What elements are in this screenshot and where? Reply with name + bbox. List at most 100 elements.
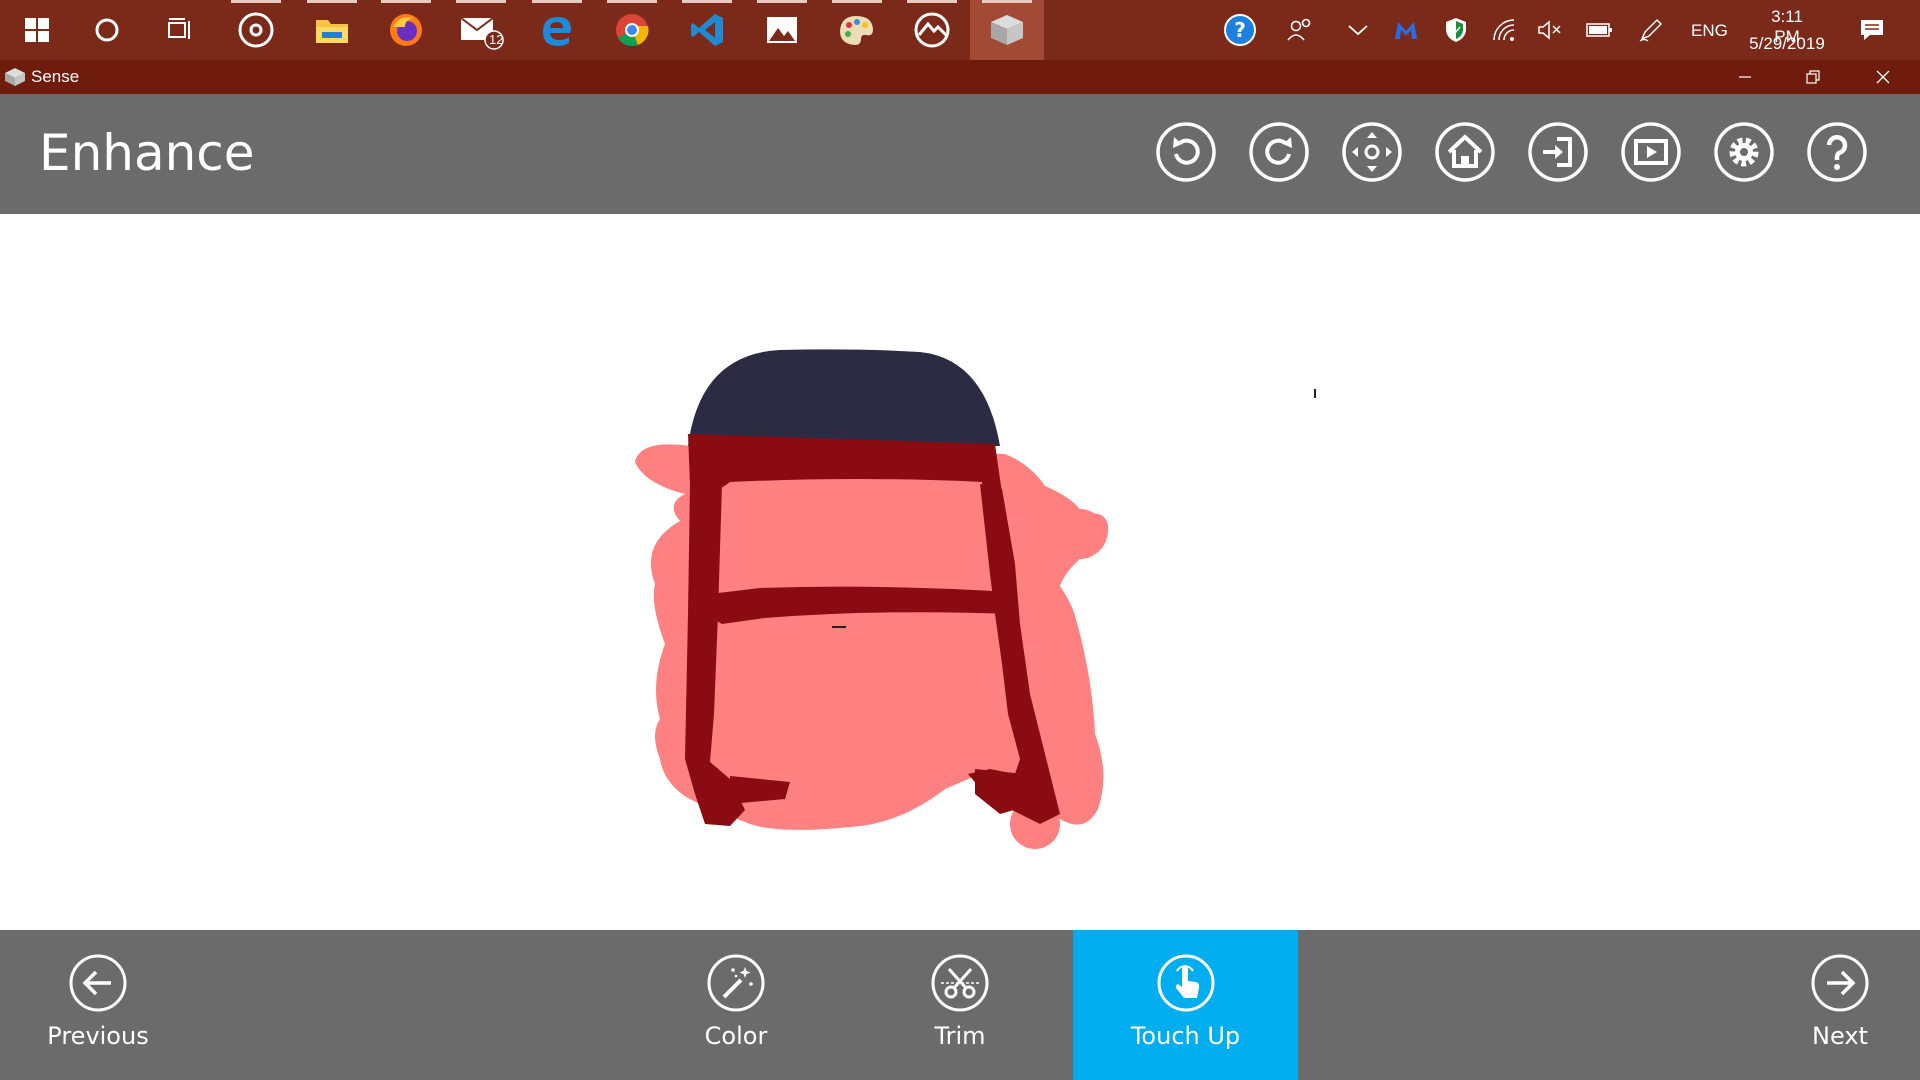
tray-language[interactable]: ENG [1691, 21, 1728, 41]
taskbar-app-file-explorer[interactable] [295, 0, 369, 60]
mountain-circle-icon [914, 12, 950, 48]
cortana-circle-icon [95, 18, 119, 42]
groove-music-icon [238, 12, 274, 48]
sense-app-icon [5, 68, 25, 86]
wifi-icon [1493, 19, 1515, 41]
question-mark-icon [1807, 122, 1867, 182]
minimize-icon [1739, 76, 1751, 78]
tray-help-button[interactable]: ? [1220, 0, 1260, 60]
import-button[interactable] [1527, 121, 1589, 183]
help-button[interactable] [1806, 121, 1868, 183]
taskbar-app-edge[interactable] [520, 0, 594, 60]
workflow-footer: Previous Color Trim Touch Up Next [0, 930, 1920, 1080]
redo-icon [1249, 122, 1309, 182]
windows-taskbar: 12 ? ENG 3:11 PM 5/29/2019 [0, 0, 1920, 60]
window-title: Sense [31, 67, 80, 86]
tray-clock-date[interactable]: 5/29/2019 [1743, 34, 1831, 54]
undo-button[interactable] [1155, 121, 1217, 183]
tray-malwarebytes[interactable] [1390, 0, 1422, 60]
folder-icon [316, 20, 348, 43]
edge-icon [543, 17, 571, 46]
sense-3d-cube-icon [991, 15, 1023, 45]
tray-network[interactable] [1488, 0, 1520, 60]
undo-icon [1156, 122, 1216, 182]
tray-pen-workspace[interactable] [1634, 0, 1668, 60]
chevron-down-icon [1348, 25, 1368, 36]
task-view-button[interactable] [143, 0, 217, 60]
taskbar-app-chrome[interactable] [595, 0, 669, 60]
taskbar-app-photos[interactable] [745, 0, 819, 60]
minimize-button[interactable] [1712, 60, 1778, 94]
gear-icon [1714, 122, 1774, 182]
arrow-right-icon [1811, 954, 1869, 1012]
model-seat-top [688, 349, 1000, 446]
close-icon [1876, 70, 1890, 84]
stray-point-mark [1314, 389, 1316, 398]
move-arrows-icon [1342, 122, 1402, 182]
next-label: Next [1812, 1022, 1868, 1050]
home-icon [1435, 122, 1495, 182]
tray-action-center[interactable] [1852, 0, 1892, 60]
mail-unread-badge: 12 [489, 32, 504, 47]
trim-label: Trim [934, 1022, 986, 1050]
touchup-tool-button[interactable]: Touch Up [1073, 930, 1298, 1080]
home-view-button[interactable] [1434, 121, 1496, 183]
firefox-icon [390, 14, 422, 46]
people-icon [1287, 18, 1311, 41]
taskbar-app-firefox[interactable] [369, 0, 443, 60]
next-button[interactable]: Next [1800, 930, 1880, 1080]
previous-button[interactable]: Previous [40, 930, 156, 1080]
taskbar-app-paint[interactable] [820, 0, 894, 60]
move-view-button[interactable] [1341, 121, 1403, 183]
import-icon [1528, 122, 1588, 182]
restore-button[interactable] [1780, 60, 1846, 94]
play-screen-icon [1621, 122, 1681, 182]
windows-logo-icon [25, 18, 49, 42]
tray-defender[interactable] [1440, 0, 1472, 60]
magic-wand-icon [707, 954, 765, 1012]
restore-icon [1806, 70, 1820, 84]
svg-text:?: ? [1234, 18, 1246, 42]
tray-battery[interactable] [1582, 0, 1616, 60]
help-circle-icon: ? [1224, 14, 1256, 46]
cortana-button[interactable] [70, 0, 144, 60]
battery-icon [1586, 23, 1612, 37]
tray-show-hidden-button[interactable] [1340, 0, 1376, 60]
scanned-model-canvas[interactable] [0, 214, 1920, 930]
photos-icon [767, 17, 797, 43]
chrome-icon [616, 14, 649, 47]
arrow-left-icon [69, 954, 127, 1012]
redo-button[interactable] [1248, 121, 1310, 183]
vscode-icon [691, 14, 723, 46]
taskbar-app-vscode[interactable] [670, 0, 744, 60]
settings-button[interactable] [1713, 121, 1775, 183]
touch-hand-icon [1157, 954, 1214, 1012]
shield-icon [1446, 18, 1466, 42]
close-button[interactable] [1850, 60, 1916, 94]
start-button[interactable] [0, 0, 74, 60]
paint-palette-icon [840, 16, 873, 45]
malwarebytes-icon [1395, 22, 1417, 39]
taskbar-app-photos-legacy[interactable] [895, 0, 969, 60]
page-title: Enhance [39, 124, 255, 182]
touchup-label: Touch Up [1130, 1022, 1241, 1050]
previous-label: Previous [47, 1022, 149, 1050]
color-label: Color [704, 1022, 768, 1050]
scissors-icon [931, 954, 989, 1012]
tray-volume[interactable] [1534, 0, 1566, 60]
tray-people-button[interactable] [1282, 0, 1318, 60]
task-view-icon [168, 18, 190, 39]
notification-icon [1861, 20, 1883, 40]
model-artifact-mark [832, 626, 846, 628]
trim-tool-button[interactable]: Trim [890, 930, 1030, 1080]
taskbar-app-sense[interactable] [970, 0, 1044, 60]
color-tool-button[interactable]: Color [666, 930, 806, 1080]
taskbar-app-mail[interactable]: 12 [444, 0, 518, 60]
taskbar-app-groove[interactable] [219, 0, 293, 60]
window-title-bar: Sense [0, 60, 1920, 94]
volume-muted-icon [1538, 20, 1561, 40]
app-header: Enhance [0, 94, 1920, 214]
3d-viewport[interactable] [0, 214, 1920, 930]
pen-icon [1639, 18, 1663, 42]
play-preview-button[interactable] [1620, 121, 1682, 183]
